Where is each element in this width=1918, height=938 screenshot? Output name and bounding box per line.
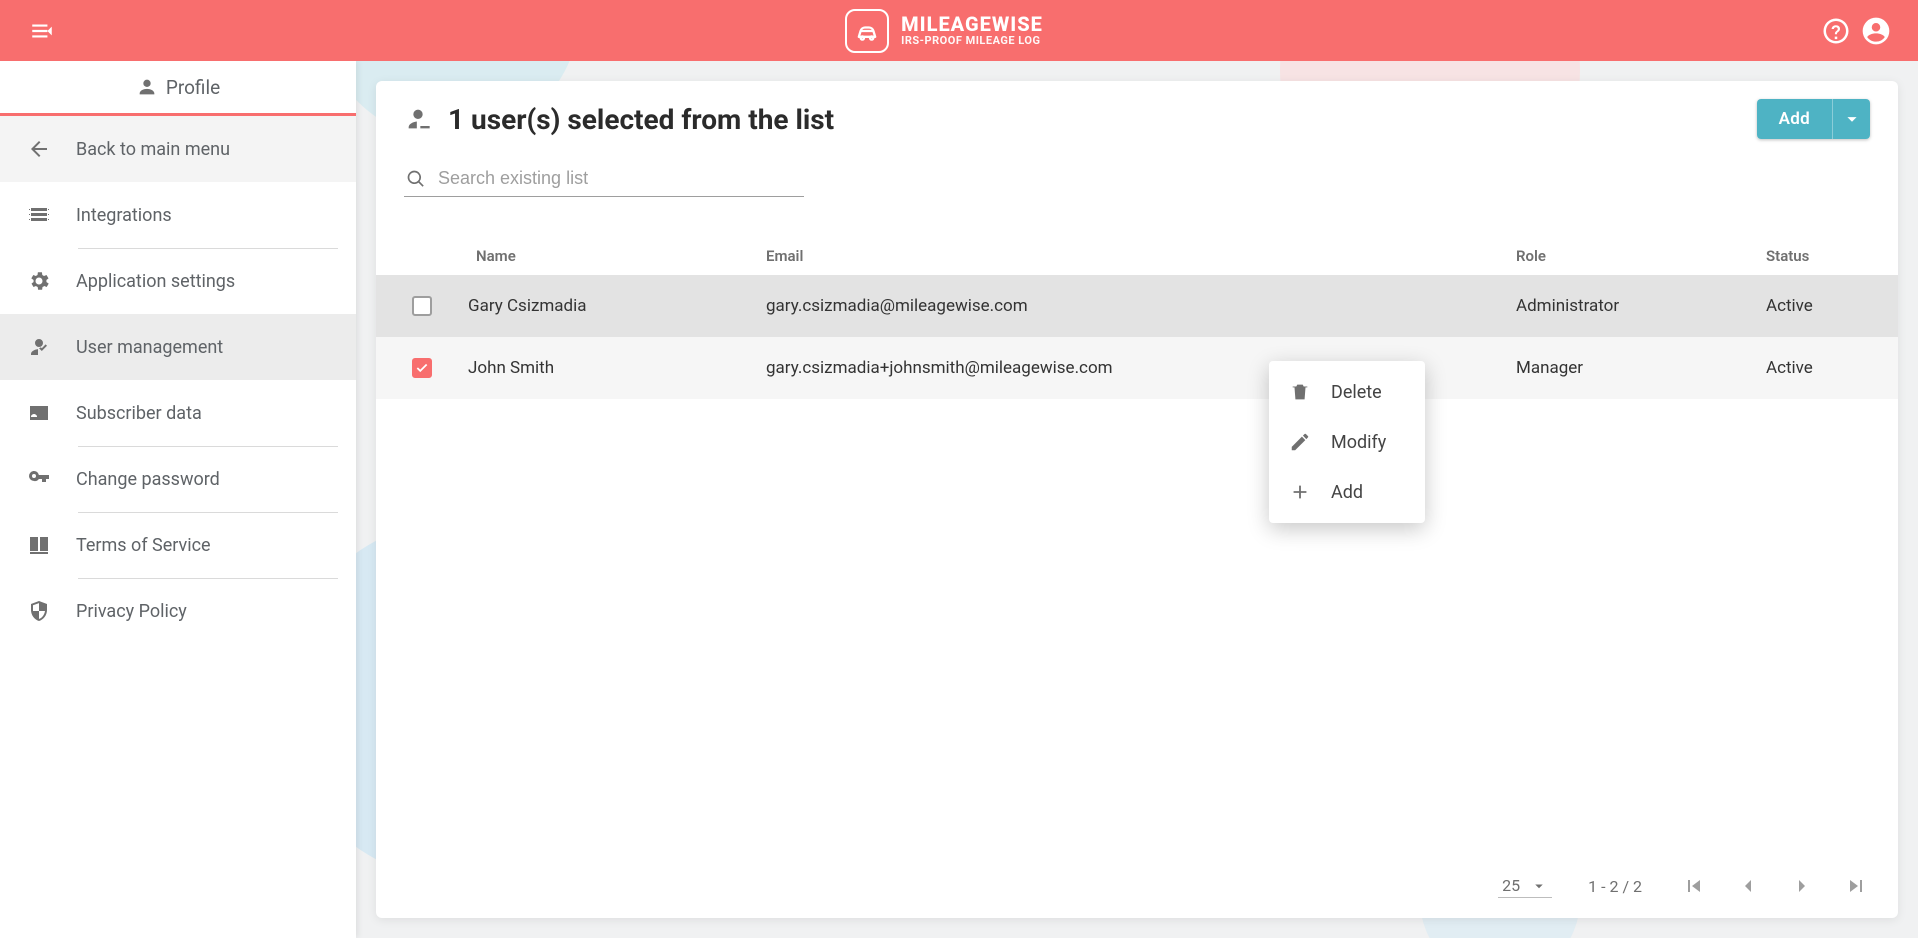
sidebar-item-change-password[interactable]: Change password	[0, 446, 356, 512]
page-first[interactable]	[1678, 870, 1710, 902]
add-button[interactable]: Add	[1757, 99, 1832, 139]
plus-icon	[1289, 481, 1311, 503]
cell-role: Manager	[1508, 358, 1758, 378]
help-icon	[1821, 16, 1851, 46]
context-delete[interactable]: Delete	[1269, 367, 1425, 417]
pencil-icon	[1289, 431, 1311, 453]
brand-tagline: IRS-PROOF MILEAGE LOG	[901, 35, 1043, 47]
main-panel: 1 user(s) selected from the list Add	[376, 81, 1898, 918]
cell-name: John Smith	[468, 358, 758, 378]
col-role: Role	[1508, 247, 1758, 265]
search-field[interactable]	[404, 163, 804, 197]
search-icon	[406, 169, 426, 189]
page-first-icon	[1682, 874, 1706, 898]
sidebar-item-subscriber-data[interactable]: Subscriber data	[0, 380, 356, 446]
users-table: Name Email Role Status Gary Csizmadia ga…	[376, 237, 1898, 399]
sidebar-back[interactable]: Back to main menu	[0, 116, 356, 182]
context-add[interactable]: Add	[1269, 467, 1425, 517]
sidebar-header: Profile	[0, 61, 356, 116]
page-range: 1 - 2 / 2	[1588, 877, 1642, 896]
cell-name: Gary Csizmadia	[468, 296, 758, 316]
cell-role: Administrator	[1508, 296, 1758, 316]
sidebar-header-label: Profile	[166, 76, 220, 99]
user-selected-icon	[404, 105, 432, 133]
gear-icon	[27, 269, 51, 293]
page-prev[interactable]	[1732, 870, 1764, 902]
sidebar-item-label: Subscriber data	[76, 403, 202, 424]
topbar: MILEAGEWISE IRS-PROOF MILEAGE LOG	[0, 0, 1918, 61]
chevron-down-icon	[1841, 108, 1863, 130]
chevron-right-icon	[1790, 874, 1814, 898]
context-modify[interactable]: Modify	[1269, 417, 1425, 467]
add-dropdown-button[interactable]	[1832, 99, 1870, 139]
sidebar-item-label: Privacy Policy	[76, 601, 187, 622]
shield-icon	[27, 599, 51, 623]
add-button-label: Add	[1779, 109, 1810, 129]
page-last[interactable]	[1840, 870, 1872, 902]
id-card-icon	[27, 401, 51, 425]
context-modify-label: Modify	[1331, 432, 1386, 453]
add-button-group: Add	[1757, 99, 1870, 139]
menu-collapse-icon	[29, 18, 55, 44]
sidebar-item-label: Application settings	[76, 271, 235, 292]
book-icon	[27, 533, 51, 557]
check-icon	[415, 361, 429, 375]
collapse-sidebar-button[interactable]	[22, 11, 62, 51]
pager	[1678, 870, 1872, 902]
context-delete-label: Delete	[1331, 382, 1382, 403]
cell-status: Active	[1758, 296, 1898, 316]
search-input[interactable]	[436, 167, 802, 190]
help-button[interactable]	[1816, 11, 1856, 51]
col-status: Status	[1758, 247, 1898, 265]
brand-name: MILEAGEWISE	[901, 14, 1043, 35]
sidebar-back-label: Back to main menu	[76, 139, 230, 160]
account-icon	[1860, 15, 1892, 47]
trash-icon	[1289, 381, 1311, 403]
sidebar-item-app-settings[interactable]: Application settings	[0, 248, 356, 314]
table-header: Name Email Role Status	[376, 237, 1898, 275]
integrations-icon	[27, 203, 51, 227]
sidebar-item-label: Terms of Service	[76, 535, 211, 556]
sidebar-item-label: Integrations	[76, 205, 172, 226]
brand-logo-icon	[845, 9, 889, 53]
sidebar-item-label: User management	[76, 337, 223, 358]
table-row[interactable]: John Smith gary.csizmadia+johnsmith@mile…	[376, 337, 1898, 399]
row-context-menu: Delete Modify Add	[1269, 361, 1425, 523]
arrow-left-icon	[27, 137, 51, 161]
col-name: Name	[468, 247, 758, 265]
user-management-icon	[27, 335, 51, 359]
chevron-left-icon	[1736, 874, 1760, 898]
dropdown-icon	[1530, 877, 1548, 895]
sidebar: Profile Back to main menu Integrations A…	[0, 61, 356, 938]
person-icon	[136, 76, 158, 98]
cell-status: Active	[1758, 358, 1898, 378]
col-email: Email	[758, 247, 1508, 265]
row-checkbox[interactable]	[412, 358, 432, 378]
brand: MILEAGEWISE IRS-PROOF MILEAGE LOG	[845, 9, 1043, 53]
sidebar-item-privacy[interactable]: Privacy Policy	[0, 578, 356, 644]
key-icon	[27, 467, 51, 491]
sidebar-nav: Integrations Application settings User m…	[0, 182, 356, 644]
account-button[interactable]	[1856, 11, 1896, 51]
page-size-value: 25	[1502, 876, 1520, 895]
sidebar-item-integrations[interactable]: Integrations	[0, 182, 356, 248]
context-add-label: Add	[1331, 482, 1363, 503]
sidebar-item-user-management[interactable]: User management	[0, 314, 356, 380]
table-footer: 25 1 - 2 / 2	[376, 859, 1898, 918]
sidebar-item-terms[interactable]: Terms of Service	[0, 512, 356, 578]
page-next[interactable]	[1786, 870, 1818, 902]
table-row[interactable]: Gary Csizmadia gary.csizmadia@mileagewis…	[376, 275, 1898, 337]
page-size-select[interactable]: 25	[1498, 874, 1552, 898]
page-last-icon	[1844, 874, 1868, 898]
cell-email: gary.csizmadia@mileagewise.com	[758, 296, 1508, 316]
page-title: 1 user(s) selected from the list	[448, 103, 834, 136]
sidebar-item-label: Change password	[76, 469, 220, 490]
row-checkbox[interactable]	[412, 296, 432, 316]
